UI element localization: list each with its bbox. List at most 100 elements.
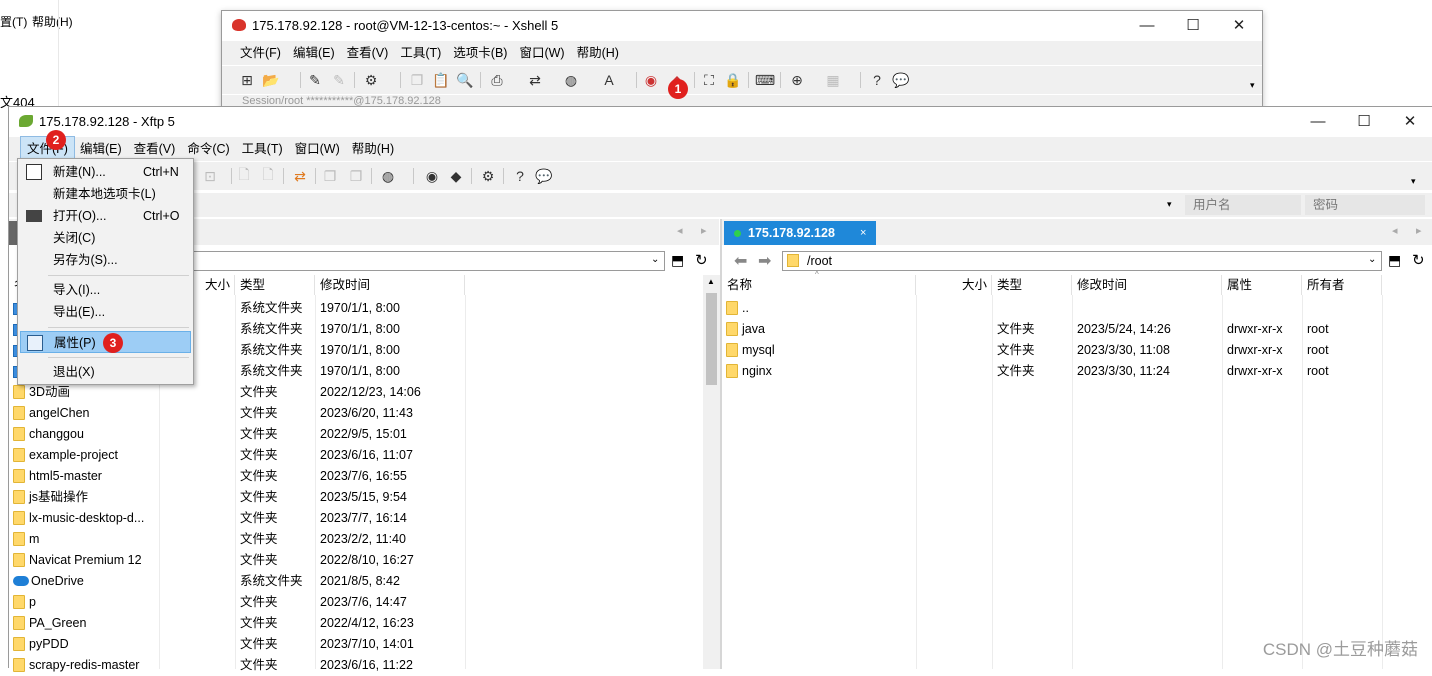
tab-prev-icon[interactable]: ◂ <box>677 224 683 237</box>
col-name[interactable]: 名称 <box>722 275 916 295</box>
connect-icon[interactable]: ✎ <box>306 71 324 89</box>
chat-icon[interactable]: 💬 <box>535 167 553 185</box>
col-modified[interactable]: 修改时间 <box>315 275 465 295</box>
copy-icon[interactable]: ❐ <box>408 71 426 89</box>
col-type[interactable]: 类型 <box>235 275 315 295</box>
menu-item-close[interactable]: 关闭(C) <box>20 227 191 249</box>
table-row[interactable]: PA_Green文件夹2022/4/12, 16:23 <box>13 613 701 634</box>
table-row[interactable]: 3D动画文件夹2022/12/23, 14:06 <box>13 382 701 403</box>
table-row[interactable]: angelChen文件夹2023/6/20, 11:43 <box>13 403 701 424</box>
paste-icon[interactable]: ❐ <box>347 167 365 185</box>
tab-next-icon[interactable]: ▸ <box>1416 224 1422 237</box>
properties-icon[interactable]: ⚙ <box>362 71 380 89</box>
open-folder-icon[interactable]: 📂 <box>262 71 280 89</box>
toolbar-overflow-icon[interactable]: ▾ <box>1411 176 1416 187</box>
xftp-minimize-button[interactable]: — <box>1295 107 1341 137</box>
table-row[interactable]: changgou文件夹2022/9/5, 15:01 <box>13 424 701 445</box>
doc2-icon[interactable]: 🗋 <box>259 167 277 185</box>
find-icon[interactable]: 🔍 <box>456 71 474 89</box>
xshell-icon[interactable]: ◉ <box>642 71 660 89</box>
xshell-menu-view[interactable]: 查看(V) <box>341 41 395 65</box>
table-row[interactable]: .. <box>726 298 1426 319</box>
xftp-maximize-button[interactable]: ☐ <box>1341 107 1387 137</box>
tab-remote-session[interactable]: 175.178.92.128 × <box>724 221 876 245</box>
table-row[interactable]: js基础操作文件夹2023/5/15, 9:54 <box>13 487 701 508</box>
chat-icon[interactable]: 💬 <box>892 71 910 89</box>
settings-icon[interactable]: ⚙ <box>479 167 497 185</box>
xshell-menu-file[interactable]: 文件(F) <box>234 41 287 65</box>
copy-icon[interactable]: ❐ <box>321 167 339 185</box>
toolbar-partial-icon[interactable]: ⊡ <box>201 167 219 185</box>
table-row[interactable]: OneDrive系统文件夹2021/8/5, 8:42 <box>13 571 701 592</box>
table-row[interactable]: java文件夹2023/5/24, 14:26drwxr-xr-xroot <box>726 319 1426 340</box>
menu-item-export[interactable]: 导出(E)... <box>20 301 191 323</box>
font-icon[interactable]: A <box>600 71 618 89</box>
right-path-dropdown-icon[interactable]: ⌄ <box>1368 254 1376 265</box>
menu-item-import[interactable]: 导入(I)... <box>20 279 191 301</box>
menu-item-exit[interactable]: 退出(X) <box>20 361 191 383</box>
xshell-menu-help[interactable]: 帮助(H) <box>571 41 625 65</box>
right-up-folder-icon[interactable]: ⬒ <box>1388 252 1401 269</box>
table-row[interactable]: scrapy-redis-master文件夹2023/6/16, 11:22 <box>13 655 701 676</box>
table-row[interactable]: lx-music-desktop-d...文件夹2023/7/7, 16:14 <box>13 508 701 529</box>
left-scroll-thumb[interactable] <box>706 293 717 385</box>
xshell-maximize-button[interactable]: ☐ <box>1170 11 1216 41</box>
xshell-close-button[interactable]: ✕ <box>1216 11 1262 41</box>
table-row[interactable]: Navicat Premium 12文件夹2022/8/10, 16:27 <box>13 550 701 571</box>
right-path-input[interactable]: /root <box>782 251 1382 271</box>
table-row[interactable]: mysql文件夹2023/3/30, 11:08drwxr-xr-xroot <box>726 340 1426 361</box>
xftp-menu-tools[interactable]: 工具(T) <box>236 137 289 161</box>
xftp-menu-window[interactable]: 窗口(W) <box>289 137 346 161</box>
toolbar-overflow-icon[interactable]: ▾ <box>1250 80 1255 91</box>
left-scrollbar[interactable]: ▲ <box>703 275 720 669</box>
xftp-icon[interactable]: ◆ <box>447 167 465 185</box>
host-dropdown-icon[interactable]: ▾ <box>1167 199 1172 210</box>
tab-close-icon[interactable]: × <box>860 221 866 245</box>
tab-prev-icon[interactable]: ◂ <box>1392 224 1398 237</box>
right-refresh-icon[interactable]: ↻ <box>1412 251 1425 269</box>
keyboard-icon[interactable]: ⌨ <box>756 71 774 89</box>
left-refresh-icon[interactable]: ↻ <box>695 251 708 269</box>
doc-icon[interactable]: 🗋 <box>235 167 253 185</box>
print-icon[interactable]: ⎙ <box>488 71 506 89</box>
col-owner[interactable]: 所有者 <box>1302 275 1382 295</box>
help-icon[interactable]: ? <box>868 71 886 89</box>
col-attributes[interactable]: 属性 <box>1222 275 1302 295</box>
forward-arrow-icon[interactable]: ➡ <box>758 251 771 271</box>
left-path-input[interactable] <box>189 251 665 271</box>
scroll-up-icon[interactable]: ▲ <box>707 277 715 286</box>
xshell-menu-tabs[interactable]: 选项卡(B) <box>447 41 513 65</box>
table-row[interactable]: example-project文件夹2023/6/16, 11:07 <box>13 445 701 466</box>
table-row[interactable]: pyPDD文件夹2023/7/10, 14:01 <box>13 634 701 655</box>
menu-item-new[interactable]: 新建(N)... Ctrl+N <box>20 161 191 183</box>
table-row[interactable]: html5-master文件夹2023/7/6, 16:55 <box>13 466 701 487</box>
layout-icon[interactable]: ▦ <box>824 71 842 89</box>
new-session-icon[interactable]: ⊞ <box>238 71 256 89</box>
help-icon[interactable]: ? <box>511 167 529 185</box>
xshell-icon[interactable]: ◉ <box>423 167 441 185</box>
left-up-folder-icon[interactable]: ⬒ <box>671 252 684 269</box>
xftp-close-button[interactable]: ✕ <box>1387 107 1432 137</box>
table-row[interactable]: p文件夹2023/7/6, 14:47 <box>13 592 701 613</box>
sync-icon[interactable]: ⇄ <box>291 167 309 185</box>
xshell-menu-tools[interactable]: 工具(T) <box>394 41 447 65</box>
menu-item-save-as[interactable]: 另存为(S)... <box>20 249 191 271</box>
col-modified[interactable]: 修改时间 <box>1072 275 1222 295</box>
table-row[interactable]: nginx文件夹2023/3/30, 11:24drwxr-xr-xroot <box>726 361 1426 382</box>
table-row[interactable]: m文件夹2023/2/2, 11:40 <box>13 529 701 550</box>
fullscreen-icon[interactable]: ⛶ <box>700 71 718 89</box>
back-arrow-icon[interactable]: ⬅ <box>734 251 747 271</box>
left-path-dropdown-icon[interactable]: ⌄ <box>651 254 659 265</box>
paste-icon[interactable]: 📋 <box>432 71 450 89</box>
col-size[interactable]: 大小 <box>916 275 992 295</box>
lock-icon[interactable]: 🔒 <box>724 71 742 89</box>
tab-next-icon[interactable]: ▸ <box>701 224 707 237</box>
transfer-icon[interactable]: ⇄ <box>526 71 544 89</box>
add-tab-icon[interactable]: ⊕ <box>788 71 806 89</box>
password-field[interactable]: 密码 <box>1305 195 1425 215</box>
col-type[interactable]: 类型 <box>992 275 1072 295</box>
menu-item-open[interactable]: 打开(O)... Ctrl+O <box>20 205 191 227</box>
menu-item-new-local-tab[interactable]: 新建本地选项卡(L) <box>20 183 191 205</box>
xftp-menu-help[interactable]: 帮助(H) <box>346 137 400 161</box>
xshell-minimize-button[interactable]: — <box>1124 11 1170 41</box>
